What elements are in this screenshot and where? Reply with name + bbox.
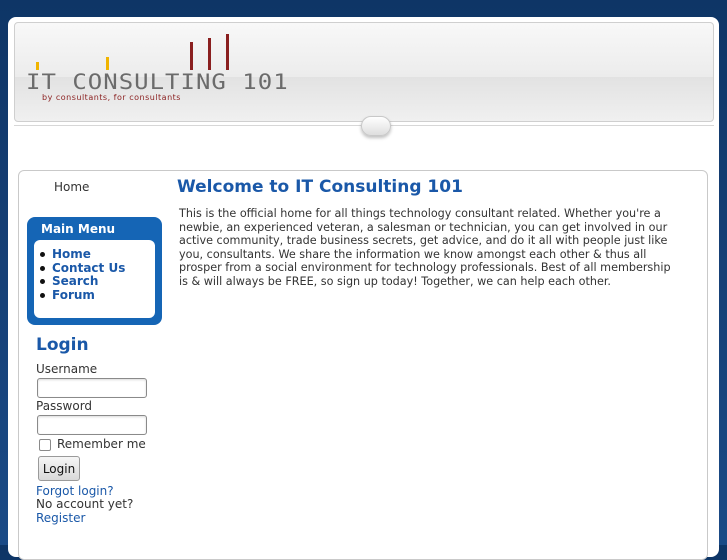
remember-me-label[interactable]: Remember me [57,437,146,451]
main-menu-body: Home Contact Us Search Forum [34,240,155,318]
no-account-text: No account yet? [36,497,134,511]
forgot-login-link[interactable]: Forgot login? [36,484,114,498]
menu-item-home[interactable]: Home [40,247,125,262]
password-field[interactable] [37,415,147,435]
page-title: Welcome to IT Consulting 101 [177,177,463,197]
site-logo[interactable]: IT CONSULTING 101 by consultants, for co… [26,30,306,105]
bullet-icon [40,279,45,285]
bullet-icon [40,293,45,299]
breadcrumb[interactable]: Home [54,180,89,194]
password-label: Password [36,399,93,413]
menu-item-label[interactable]: Contact Us [52,261,125,276]
main-menu-title: Main Menu [41,222,116,236]
divider-knob [361,116,391,136]
menu-item-contact-us[interactable]: Contact Us [40,261,125,276]
username-field[interactable] [37,378,147,398]
menu-item-forum[interactable]: Forum [40,288,125,303]
remember-me-checkbox[interactable] [39,439,51,451]
register-link[interactable]: Register [36,511,85,525]
login-button[interactable]: Login [38,456,80,481]
breadcrumb-home[interactable]: Home [54,180,89,194]
menu-item-label[interactable]: Forum [52,288,95,303]
logo-tagline: by consultants, for consultants [42,93,181,102]
menu-item-label[interactable]: Search [52,275,98,289]
bullet-icon [40,252,45,258]
bullet-icon [40,265,45,271]
login-heading: Login [36,335,89,355]
username-label: Username [36,362,98,376]
logo-text: IT CONSULTING 101 [26,69,289,95]
menu-item-label[interactable]: Home [52,247,91,262]
article-body: This is the official home for all things… [179,207,671,288]
main-menu: Main Menu Home Contact Us Search Forum [27,217,162,325]
menu-item-search[interactable]: Search [40,275,125,289]
main-menu-list: Home Contact Us Search Forum [40,247,125,303]
